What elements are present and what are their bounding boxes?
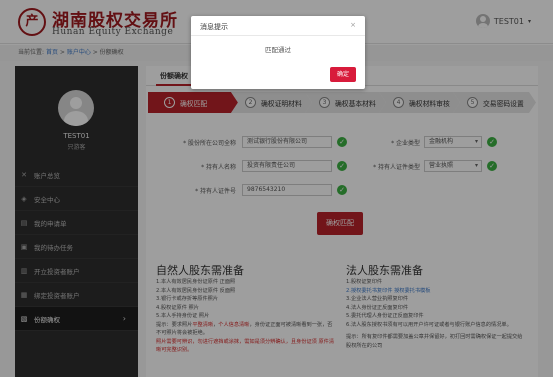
ok-button[interactable]: 确定 [330, 67, 356, 82]
dialog-message: 匹配通过 [265, 46, 291, 54]
message-dialog: 消息提示 × 匹配通过 确定 [191, 16, 365, 89]
dialog-divider [191, 35, 365, 36]
dialog-title: 消息提示 [200, 23, 228, 31]
close-icon[interactable]: × [350, 21, 356, 29]
